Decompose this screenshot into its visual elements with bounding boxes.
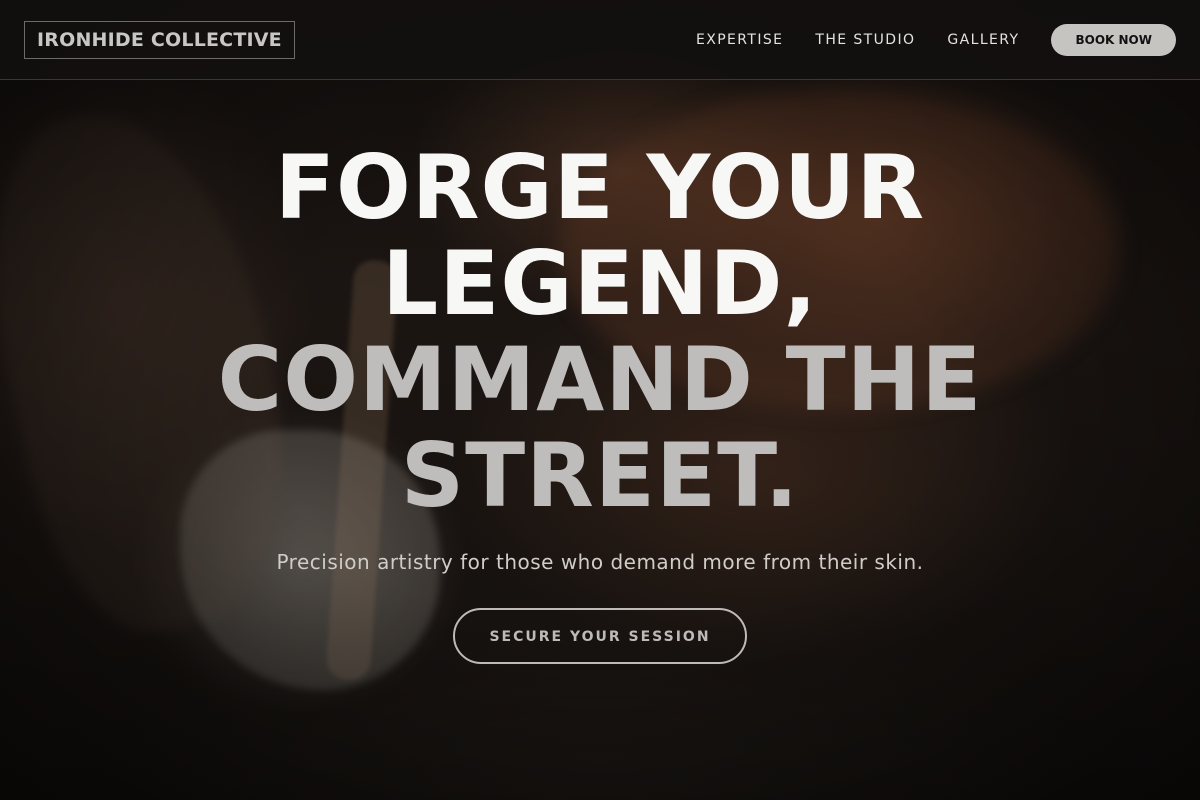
site-header: IRONHIDE COLLECTIVE EXPERTISE THE STUDIO…	[0, 0, 1200, 80]
hero-title: FORGE YOUR LEGEND, COMMAND THE STREET.	[0, 140, 1200, 524]
landing-page: IRONHIDE COLLECTIVE EXPERTISE THE STUDIO…	[0, 0, 1200, 800]
nav-link-expertise[interactable]: EXPERTISE	[696, 32, 783, 48]
nav-link-gallery[interactable]: GALLERY	[947, 32, 1019, 48]
main-nav: EXPERTISE THE STUDIO GALLERY BOOK NOW	[696, 24, 1176, 56]
hero-subtitle: Precision artistry for those who demand …	[276, 550, 924, 574]
book-now-button[interactable]: BOOK NOW	[1051, 24, 1176, 56]
secure-session-button[interactable]: SECURE YOUR SESSION	[453, 608, 747, 664]
nav-link-the-studio[interactable]: THE STUDIO	[815, 32, 915, 48]
hero-title-line-1: FORGE YOUR	[274, 136, 926, 239]
brand-logo[interactable]: IRONHIDE COLLECTIVE	[24, 21, 295, 59]
hero-section: FORGE YOUR LEGEND, COMMAND THE STREET. P…	[0, 140, 1200, 664]
hero-title-line-2: LEGEND,	[382, 232, 818, 335]
hero-title-line-3: COMMAND THE	[217, 328, 983, 431]
hero-title-line-4: STREET.	[400, 424, 800, 527]
